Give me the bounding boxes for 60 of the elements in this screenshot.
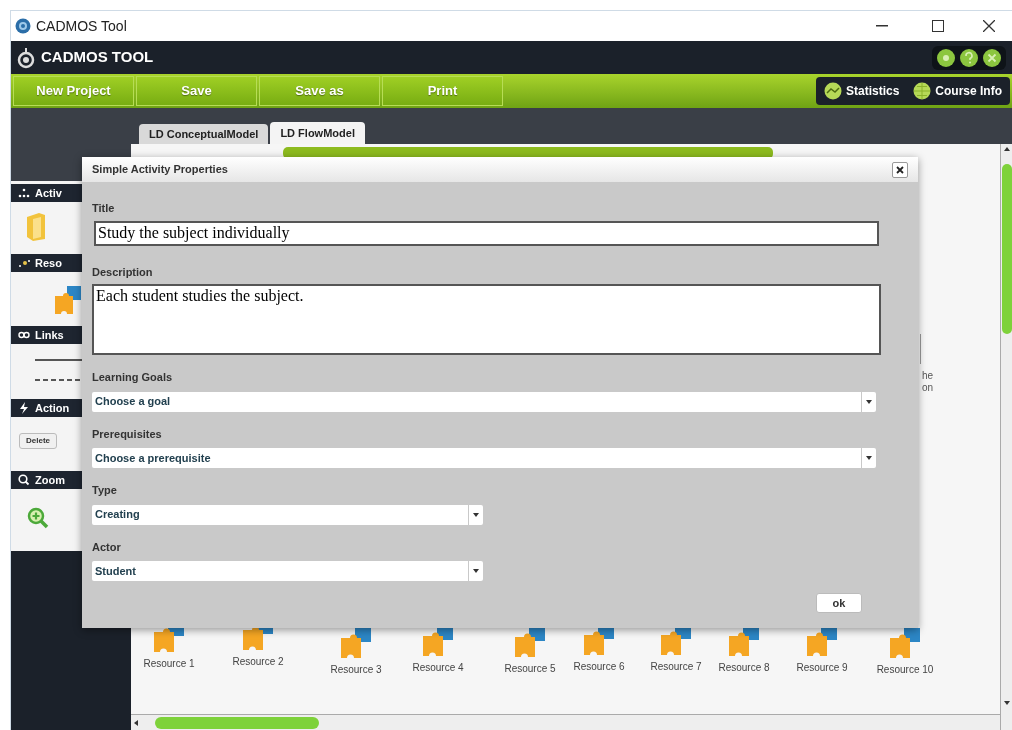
resource-label: Resource 3: [330, 663, 382, 677]
close-icon: [896, 165, 904, 174]
tab[interactable]: LD FlowModel: [270, 122, 365, 144]
section-title: Zoom: [35, 472, 65, 488]
settings-icon[interactable]: [936, 47, 956, 68]
field-label: Prerequisites: [92, 426, 163, 442]
resource-label: Resource 4: [412, 661, 464, 675]
title-input-field[interactable]: Study the subject individually: [94, 220, 879, 246]
resource-label: Resource 2: [232, 655, 284, 669]
resource-label: Resource 1: [143, 657, 195, 671]
resource-label: Resource 8: [718, 661, 770, 675]
resource-label: Resource 9: [796, 661, 848, 675]
logo-icon: [15, 46, 37, 69]
globe-icon: [913, 82, 932, 100]
search-icon: [17, 474, 31, 486]
course-info-button[interactable]: Course Info: [913, 82, 1002, 100]
sparkle-icon: [17, 258, 31, 268]
description-text-area[interactable]: Each student studies the subject.: [92, 284, 881, 355]
section-title: Action: [35, 400, 70, 416]
field-label: Actor: [92, 539, 122, 555]
link-icon: [17, 330, 31, 340]
close-icon: [983, 20, 995, 32]
minimize-icon: [876, 25, 888, 27]
hierarchy-icon: [17, 188, 31, 198]
section-title: Reso: [35, 255, 62, 271]
horizontal-scroll-thumb[interactable]: [155, 716, 319, 729]
dialog-title: Simple Activity Properties: [92, 162, 228, 178]
app-title: CADMOS TOOL: [41, 47, 154, 68]
dialog-close-button[interactable]: [892, 161, 908, 178]
text-fragment: he: [922, 371, 934, 381]
app-icon: [15, 18, 31, 34]
help-icon[interactable]: [959, 47, 979, 68]
zoom-in-icon[interactable]: [27, 507, 49, 529]
text-fragment: on: [922, 383, 934, 393]
resource-label: Resource 5: [504, 662, 556, 676]
link-lines-drawing[interactable]: [35, 356, 83, 384]
field-label: Title: [92, 201, 116, 216]
window-title: CADMOS Tool: [36, 16, 127, 36]
resource-label: Resource 6: [573, 660, 625, 674]
puzzle-icon[interactable]: [513, 625, 547, 659]
section-title: Activ: [35, 185, 62, 201]
field-label: Learning Goals: [92, 370, 174, 385]
vertical-scroll-thumb[interactable]: [1001, 164, 1012, 334]
maximize-icon: [932, 20, 944, 32]
caret-icon: [866, 399, 872, 404]
resource-label: Resource 10: [876, 663, 934, 677]
lightning-icon: [17, 402, 31, 414]
resource-label: Resource 7: [650, 660, 702, 674]
caret-icon: [866, 456, 872, 460]
tab[interactable]: LD ConceptualModel: [139, 124, 269, 144]
close-icon[interactable]: [982, 47, 1002, 68]
ok-button[interactable]: ok: [816, 593, 862, 613]
statistics-button[interactable]: Statistics: [823, 82, 900, 100]
caret-icon: [473, 569, 479, 573]
puzzle-icon[interactable]: [53, 284, 83, 316]
section-title: Links: [35, 327, 64, 343]
puzzle-icon[interactable]: [339, 626, 373, 660]
puzzle-icon[interactable]: [888, 626, 922, 660]
caret-icon: [473, 512, 479, 517]
delete-button[interactable]: Delete: [19, 433, 57, 449]
